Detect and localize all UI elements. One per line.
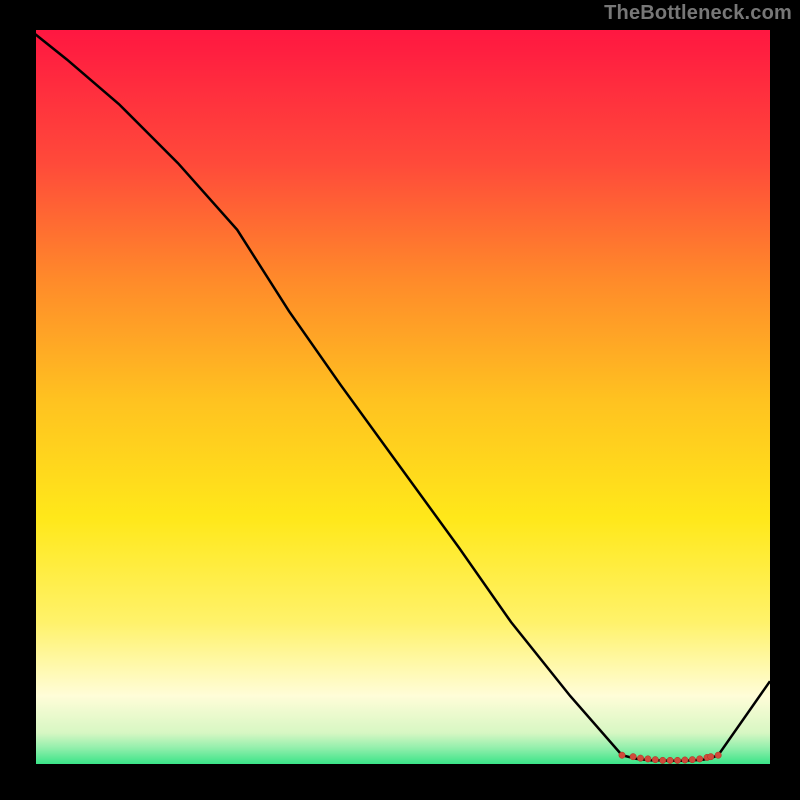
watermark-text: TheBottleneck.com [604, 2, 792, 25]
axes-frame [30, 30, 770, 770]
chart-container: TheBottleneck.com [0, 0, 800, 800]
